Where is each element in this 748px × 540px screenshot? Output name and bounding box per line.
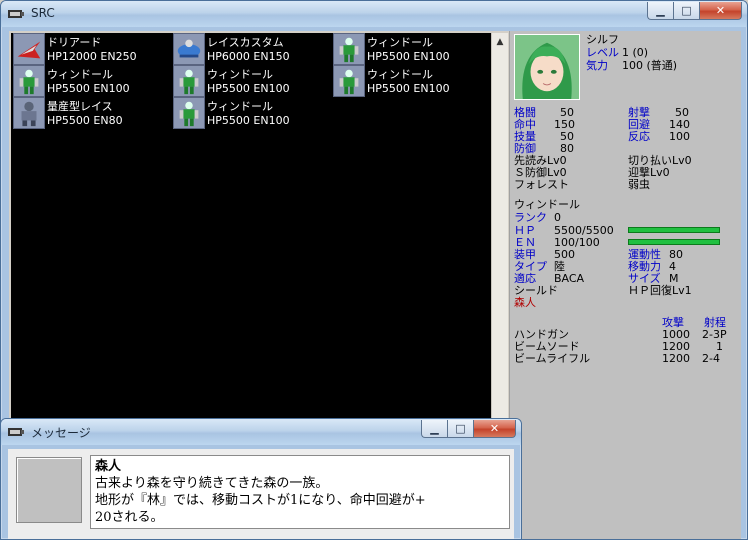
weapon-range: 2-4 bbox=[702, 352, 720, 365]
unit-item[interactable]: ウィンドール HP5500 EN100 bbox=[331, 65, 491, 97]
pilot-spirit-value: 100 (普通) bbox=[622, 59, 678, 72]
pilot-level-value: 1 (0) bbox=[622, 46, 649, 59]
src-app-icon bbox=[8, 428, 24, 436]
minimize-icon: ▁ bbox=[430, 422, 439, 435]
unit-item[interactable]: ウィンドール HP5500 EN100 bbox=[171, 97, 331, 129]
arrow-up-icon: ▲ bbox=[496, 36, 504, 47]
unit-stats: HP5500 EN100 bbox=[47, 82, 130, 95]
unit-item[interactable]: ウィンドール HP5500 EN100 bbox=[171, 65, 331, 97]
stat-value: 100 bbox=[669, 130, 690, 143]
pilot-portrait bbox=[514, 34, 580, 100]
unit-item[interactable]: ウィンドール HP5500 EN100 bbox=[11, 65, 171, 97]
green-mech-icon bbox=[333, 33, 365, 65]
weapon-name: ビームライフル bbox=[514, 352, 591, 365]
skill-item: 弱虫 bbox=[628, 178, 650, 191]
scroll-up-button[interactable]: ▲ bbox=[492, 33, 508, 50]
unit-name: ウィンドール bbox=[367, 68, 433, 81]
message-window: メッセージ ▁ □ ✕ 森人 古来より森を守り続きてきた森の一族。 地形が『林』… bbox=[0, 418, 522, 540]
unit-stats: HP6000 EN150 bbox=[207, 50, 290, 63]
ability-item: ＨＰ回復Lv1 bbox=[628, 284, 692, 297]
message-maximize-button[interactable]: □ bbox=[447, 420, 473, 438]
unit-stats: HP5500 EN100 bbox=[207, 82, 290, 95]
maximize-icon: □ bbox=[681, 4, 692, 17]
pilot-spirit-label: 気力 bbox=[586, 59, 608, 72]
unit-name: レイスカスタム bbox=[207, 36, 284, 49]
unit-stats: HP5500 EN100 bbox=[367, 82, 450, 95]
weapon-attack: 1200 bbox=[662, 352, 690, 365]
fighter-jet-icon bbox=[13, 33, 45, 65]
maximize-button[interactable]: □ bbox=[673, 2, 699, 20]
hp-bar bbox=[628, 227, 720, 233]
close-button[interactable]: ✕ bbox=[699, 2, 742, 20]
green-mech-icon bbox=[173, 97, 205, 129]
en-bar bbox=[628, 239, 720, 245]
message-close-button[interactable]: ✕ bbox=[473, 420, 516, 438]
message-text-box[interactable]: 森人 古来より森を守り続きてきた森の一族。 地形が『林』では、移動コストが1にな… bbox=[90, 455, 510, 529]
message-heading: 森人 bbox=[95, 459, 122, 474]
unit-stats: HP5500 EN100 bbox=[207, 114, 290, 127]
unit-stats: HP5500 EN100 bbox=[367, 50, 450, 63]
green-mech-icon bbox=[13, 65, 45, 97]
unit-name: ウィンドール bbox=[367, 36, 433, 49]
src-app-icon bbox=[8, 10, 24, 18]
message-titlebar[interactable]: メッセージ ▁ □ ✕ bbox=[1, 419, 521, 445]
unit-stats: HP12000 EN250 bbox=[47, 50, 137, 63]
unit-stats: HP5500 EN80 bbox=[47, 114, 123, 127]
green-mech-icon bbox=[333, 65, 365, 97]
unit-item[interactable]: レイスカスタム HP6000 EN150 bbox=[171, 33, 331, 65]
message-line: 地形が『林』では、移動コストが1になり、命中回避が+ bbox=[95, 493, 426, 508]
blue-mech-icon bbox=[173, 33, 205, 65]
minimize-icon: ▁ bbox=[656, 4, 665, 17]
unit-detail-name: ウィンドール bbox=[514, 198, 580, 211]
message-line: 20される。 bbox=[95, 510, 164, 525]
close-icon: ✕ bbox=[489, 422, 500, 435]
unit-item[interactable]: ウィンドール HP5500 EN100 bbox=[331, 33, 491, 65]
unit-name: ドリアード bbox=[47, 36, 102, 49]
unit-name: ウィンドール bbox=[207, 68, 273, 81]
main-title: SRC bbox=[31, 6, 55, 20]
unit-name: ウィンドール bbox=[47, 68, 113, 81]
unit-name: ウィンドール bbox=[207, 100, 273, 113]
status-panel: シルフ レベル 1 (0) 気力 100 (普通) 格闘 50 命中 150 技… bbox=[509, 31, 741, 539]
pilot-name: シルフ bbox=[586, 33, 619, 46]
unit-name: 量産型レイス bbox=[47, 100, 113, 113]
stat-label: 反応 bbox=[628, 130, 650, 143]
maximize-icon: □ bbox=[455, 422, 466, 435]
gray-mech-icon bbox=[13, 97, 45, 129]
message-client: 森人 古来より森を守り続きてきた森の一族。 地形が『林』では、移動コストが1にな… bbox=[8, 449, 514, 539]
unit-item[interactable]: ドリアード HP12000 EN250 bbox=[11, 33, 171, 65]
skill-item: フォレスト bbox=[514, 178, 569, 191]
adapt-value: BACA bbox=[554, 272, 585, 285]
message-portrait-frame bbox=[16, 457, 82, 523]
feature-item[interactable]: 森人 bbox=[514, 297, 536, 309]
message-line: 古来より森を守り続きてきた森の一族。 bbox=[95, 476, 329, 491]
green-mech-icon bbox=[173, 65, 205, 97]
rank-label: ランク bbox=[514, 211, 547, 224]
message-minimize-button[interactable]: ▁ bbox=[421, 420, 447, 438]
close-icon: ✕ bbox=[715, 4, 726, 17]
pilot-level-label: レベル bbox=[586, 46, 619, 59]
main-titlebar[interactable]: SRC ▁ □ ✕ bbox=[1, 1, 747, 27]
message-title: メッセージ bbox=[31, 426, 91, 440]
rank-value: 0 bbox=[554, 211, 561, 224]
minimize-button[interactable]: ▁ bbox=[647, 2, 673, 20]
unit-item[interactable]: 量産型レイス HP5500 EN80 bbox=[11, 97, 171, 129]
